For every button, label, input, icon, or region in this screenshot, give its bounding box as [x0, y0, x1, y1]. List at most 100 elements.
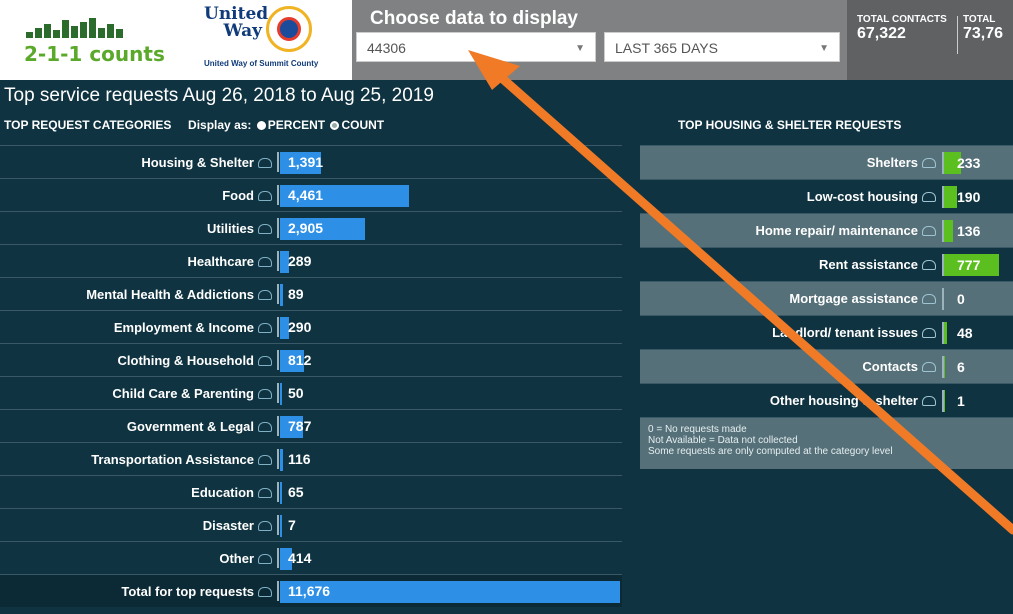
housing-value: 1 — [957, 393, 965, 409]
people-icon[interactable] — [258, 389, 272, 399]
housing-row[interactable]: Home repair/ maintenance 136 — [640, 213, 1013, 247]
housing-bar — [944, 356, 945, 378]
people-icon[interactable] — [258, 290, 272, 300]
category-value: 290 — [288, 319, 312, 335]
category-value: 65 — [288, 484, 304, 500]
categories-table: Housing & Shelter 1,391 Food 4,461 Utilities… — [0, 145, 622, 607]
category-value: 787 — [288, 418, 312, 434]
category-label: Child Care & Parenting — [112, 386, 272, 401]
category-bar — [280, 449, 284, 471]
people-icon[interactable] — [922, 192, 936, 202]
housing-value: 233 — [957, 155, 981, 171]
people-icon[interactable] — [258, 455, 272, 465]
people-icon[interactable] — [258, 158, 272, 168]
housing-row[interactable]: Landlord/ tenant issues 48 — [640, 315, 1013, 349]
note-line: Not Available = Data not collected — [648, 435, 798, 446]
uw-line2: Way — [223, 21, 262, 41]
housing-value: 777 — [957, 257, 981, 273]
people-icon[interactable] — [258, 224, 272, 234]
211-counts-logo[interactable]: 2-1-1 counts — [18, 10, 188, 70]
category-row[interactable]: Clothing & Household 812 — [0, 343, 622, 376]
category-value: 289 — [288, 253, 312, 269]
chooser-title: Choose data to display — [370, 8, 578, 29]
people-icon[interactable] — [258, 554, 272, 564]
category-value: 50 — [288, 385, 304, 401]
category-bar — [280, 482, 283, 504]
category-row[interactable]: Healthcare 289 — [0, 244, 622, 277]
people-icon[interactable] — [258, 356, 272, 366]
people-icon[interactable] — [258, 422, 272, 432]
category-row[interactable]: Government & Legal 787 — [0, 409, 622, 442]
category-row[interactable]: Other 414 — [0, 541, 622, 574]
category-label: Other — [219, 551, 272, 566]
category-row[interactable]: Employment & Income 290 — [0, 310, 622, 343]
percent-radio[interactable] — [256, 121, 266, 130]
category-row[interactable]: Child Care & Parenting 50 — [0, 376, 622, 409]
people-icon[interactable] — [258, 488, 272, 498]
logo-text: 2-1-1 counts — [24, 42, 165, 66]
category-label: Total for top requests — [121, 584, 272, 599]
category-label: Mental Health & Addictions — [86, 287, 272, 302]
people-icon[interactable] — [922, 260, 936, 270]
housing-label: Home repair/ maintenance — [755, 223, 936, 238]
category-bar — [280, 383, 282, 405]
category-value: 2,905 — [288, 220, 324, 236]
category-row[interactable]: Mental Health & Addictions 89 — [0, 277, 622, 310]
housing-label: Rent assistance — [819, 257, 936, 272]
housing-row[interactable]: Contacts 6 — [640, 349, 1013, 383]
housing-row[interactable]: Rent assistance 777 — [640, 247, 1013, 281]
people-icon[interactable] — [258, 257, 272, 267]
housing-bar — [944, 322, 948, 344]
housing-label: Mortgage assistance — [789, 291, 936, 306]
page-title: Top service requests Aug 26, 2018 to Aug… — [4, 85, 434, 106]
category-label: Government & Legal — [127, 419, 272, 434]
people-icon[interactable] — [922, 226, 936, 236]
housing-label: Shelters — [867, 155, 936, 170]
period-select[interactable]: LAST 365 DAYS ▼ — [604, 32, 840, 62]
people-icon[interactable] — [258, 587, 272, 597]
category-row[interactable]: Transportation Assistance 116 — [0, 442, 622, 475]
category-value: 7 — [288, 517, 296, 533]
people-icon[interactable] — [258, 521, 272, 531]
housing-value: 136 — [957, 223, 981, 239]
category-row[interactable]: Total for top requests 11,676 — [0, 574, 622, 607]
category-row[interactable]: Housing & Shelter 1,391 — [0, 145, 622, 178]
people-icon[interactable] — [922, 396, 936, 406]
category-label: Clothing & Household — [118, 353, 272, 368]
category-row[interactable]: Utilities 2,905 — [0, 211, 622, 244]
people-icon[interactable] — [258, 191, 272, 201]
count-radio[interactable] — [330, 121, 340, 130]
category-bar — [280, 515, 282, 537]
housing-bar — [944, 186, 958, 208]
category-bar — [280, 284, 283, 306]
people-icon[interactable] — [922, 158, 936, 168]
chevron-down-icon: ▼ — [819, 43, 829, 54]
housing-notes: 0 = No requests made Not Available = Data… — [640, 417, 1013, 469]
categories-header: TOP REQUEST CATEGORIES Display as: PERCE… — [4, 118, 385, 132]
category-row[interactable]: Education 65 — [0, 475, 622, 508]
housing-row[interactable]: Shelters 233 — [640, 145, 1013, 179]
category-row[interactable]: Disaster 7 — [0, 508, 622, 541]
people-icon[interactable] — [922, 328, 936, 338]
united-way-logo[interactable]: United Way United Way of Summit County — [200, 4, 352, 76]
category-label: Healthcare — [188, 254, 272, 269]
people-icon[interactable] — [922, 294, 936, 304]
category-label: Utilities — [207, 221, 272, 236]
note-line: 0 = No requests made — [648, 424, 747, 435]
bar-graph-icon — [26, 16, 123, 38]
people-icon[interactable] — [258, 323, 272, 333]
housing-row[interactable]: Low-cost housing 190 — [640, 179, 1013, 213]
housing-label: Contacts — [862, 359, 936, 374]
category-label: Housing & Shelter — [141, 155, 272, 170]
housing-value: 6 — [957, 359, 965, 375]
housing-label: Landlord/ tenant issues — [772, 325, 936, 340]
category-label: Transportation Assistance — [91, 452, 272, 467]
housing-row[interactable]: Mortgage assistance 0 — [640, 281, 1013, 315]
total-requests: TOTAL 73,76 — [963, 14, 1004, 42]
category-row[interactable]: Food 4,461 — [0, 178, 622, 211]
zip-select[interactable]: 44306 ▼ — [356, 32, 596, 62]
housing-row[interactable]: Other housing & shelter 1 — [640, 383, 1013, 417]
totals-panel: TOTAL CONTACTS 67,322 TOTAL 73,76 — [847, 0, 1013, 80]
people-icon[interactable] — [922, 362, 936, 372]
category-value: 11,676 — [288, 583, 331, 599]
